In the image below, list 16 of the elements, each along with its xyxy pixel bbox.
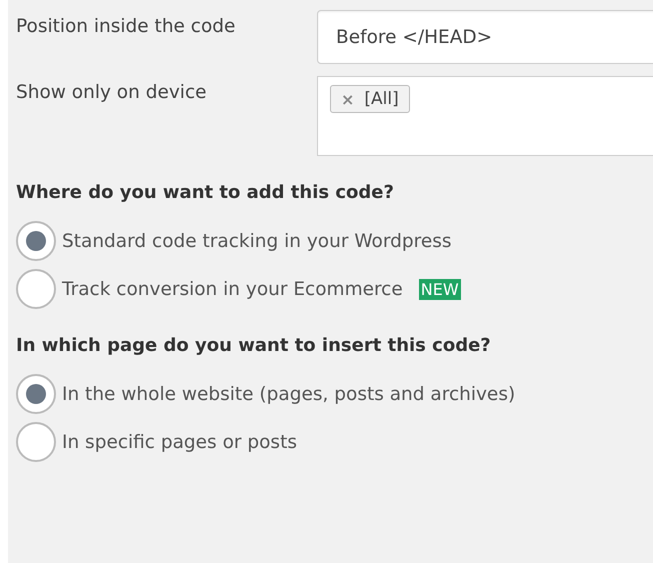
- option-label[interactable]: In the whole website (pages, posts and archives): [62, 384, 516, 404]
- field-label: Show only on device: [16, 81, 208, 103]
- radio-button[interactable]: [16, 269, 56, 309]
- field-label: Position inside the code: [16, 15, 236, 37]
- position-select[interactable]: Before </HEAD>: [317, 10, 653, 64]
- option-label[interactable]: In specific pages or posts: [62, 432, 297, 452]
- device-field[interactable]: × [All]: [317, 76, 653, 156]
- new-badge: NEW: [418, 278, 461, 300]
- radio-button[interactable]: [16, 221, 56, 261]
- option-label[interactable]: Track conversion in your Ecommerce: [62, 278, 403, 300]
- section-heading: In which page do you want to insert this code?: [16, 335, 492, 356]
- section-heading: Where do you want to add this code?: [16, 182, 395, 203]
- tag-label: [All]: [364, 89, 399, 109]
- radio-button[interactable]: [16, 374, 56, 414]
- radio-button[interactable]: [16, 422, 56, 462]
- option-label[interactable]: Standard code tracking in your Wordpress: [62, 230, 452, 252]
